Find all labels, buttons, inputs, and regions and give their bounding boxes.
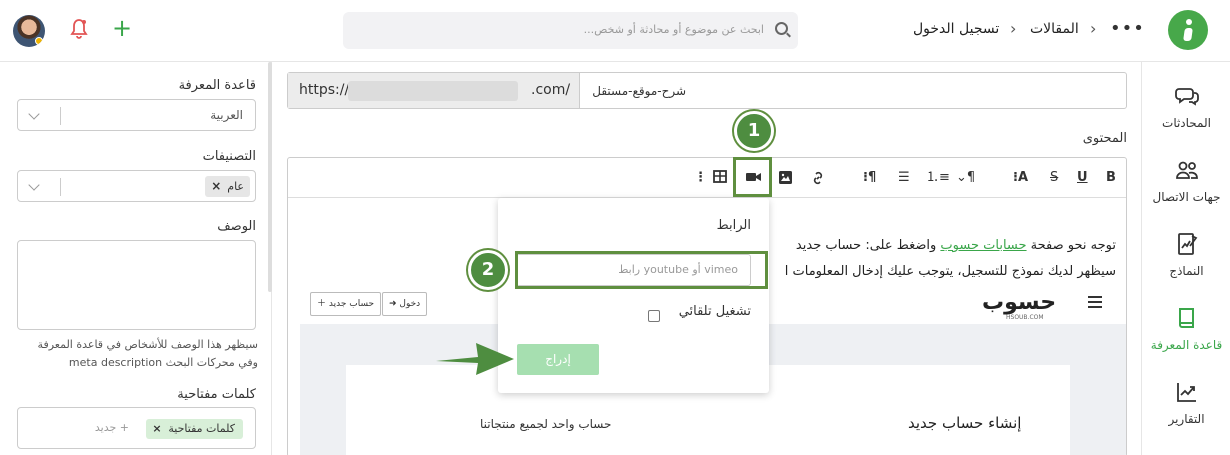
font-size-button[interactable]: ⁝A (1013, 170, 1028, 186)
forms-icon (1177, 233, 1197, 255)
description-input[interactable] (17, 240, 256, 330)
editor-toolbar: B U S ⁝A ⌄¶ ⒈≡ ☰ ⁝¶ ⋮ (288, 158, 1126, 198)
paragraph-dropdown[interactable]: ⌄¶ (956, 170, 975, 186)
nav-item-forms[interactable]: النماذج (1142, 232, 1230, 278)
step-2-marker: 2 (468, 250, 508, 290)
nav-label: التقارير (1168, 412, 1205, 426)
url-domain-redacted (348, 81, 518, 101)
chevron-down-icon (28, 108, 40, 120)
description-help: سيظهر هذا الوصف للأشخاص في قاعدة المعرفة… (37, 338, 258, 369)
more-options-icon[interactable]: ⋮ (694, 170, 707, 186)
scrollbar[interactable] (268, 62, 272, 292)
breadcrumb-more-button[interactable]: ••• (1110, 18, 1145, 39)
video-url-label: الرابط (716, 218, 751, 233)
add-icon[interactable]: + (112, 16, 132, 40)
nav-label: جهات الاتصال (1152, 190, 1221, 204)
chevron-icon: › (1010, 19, 1017, 38)
url-prefix: https:// .com/ (288, 73, 580, 108)
categories-select[interactable]: × عام (17, 170, 256, 202)
remove-tag-icon[interactable]: × (152, 419, 161, 439)
chat-icon (1174, 88, 1199, 106)
strikethrough-button[interactable]: S (1050, 170, 1058, 186)
description-label: الوصف (217, 219, 256, 234)
nav-item-knowledge-base[interactable]: قاعدة المعرفة (1142, 306, 1230, 352)
paragraph-2: سيظهر لديك نموذج للتسجيل، يتوجب عليك إدخ… (784, 264, 1116, 279)
app-root: ••• › المقالات › تسجيل الدخول ابحث عن مو… (0, 0, 1230, 455)
chevron-down-icon (28, 179, 40, 191)
keywords-input[interactable]: × كلمات مفتاحية + جديد (17, 407, 256, 449)
insert-video-popup: الرابط رابط youtube أو vimeo تشغيل تلقائ… (498, 198, 769, 393)
kb-select-value: العربية (210, 108, 243, 122)
slug-input[interactable]: شرح-موقع-مستقل (592, 84, 686, 98)
nav-label: النماذج (1169, 264, 1204, 278)
shot-login-label: دخول (399, 299, 421, 309)
url-scheme: https:// (299, 82, 350, 98)
divider (60, 107, 61, 125)
divider (60, 178, 61, 196)
keywords-label: كلمات مفتاحية (177, 387, 256, 402)
content-label: المحتوى (1082, 131, 1127, 146)
shot-new-account-label: حساب جديد (328, 299, 375, 309)
main-nav: المحادثات جهات الاتصال النماذج قاعدة الم… (1141, 62, 1230, 455)
chevron-icon: › (1090, 19, 1097, 38)
contacts-icon (1175, 161, 1198, 179)
highlight-video-button (733, 157, 772, 197)
autoplay-label: تشغيل تلقائي (678, 304, 751, 319)
search-bar[interactable]: ابحث عن موضوع أو محادثة أو شخص... (343, 12, 798, 49)
hsoub-logo: حسوب (982, 290, 1057, 315)
image-icon[interactable] (778, 170, 793, 190)
nav-label: قاعدة المعرفة (1150, 338, 1223, 352)
user-plus-icon: ＋ (317, 299, 329, 309)
bell-icon[interactable] (70, 18, 88, 40)
menu-icon (1088, 296, 1102, 298)
bold-button[interactable]: B (1106, 170, 1116, 186)
chart-icon (1176, 383, 1196, 402)
paragraph-1: توجه نحو صفحة حسابات حسوب واضغط على: حسا… (796, 238, 1116, 253)
shot-subheading: حساب واحد لجميع منتجاتنا (480, 417, 612, 431)
highlight-url-input (515, 251, 768, 289)
status-dot (35, 37, 43, 45)
categories-label: التصنيفات (202, 149, 256, 164)
shot-new-account-button: ＋ حساب جديد (310, 292, 382, 316)
nav-label: المحادثات (1162, 116, 1211, 130)
url-field: https:// .com/ شرح-موقع-مستقل (287, 72, 1127, 109)
text-direction-button[interactable]: ⁝¶ (863, 170, 876, 186)
kb-select[interactable]: العربية (17, 99, 256, 131)
breadcrumb-articles[interactable]: المقالات (1030, 21, 1079, 37)
table-icon[interactable] (713, 170, 727, 188)
link-icon[interactable] (810, 170, 826, 191)
paragraph-1-text-b: واضغط على: حساب جديد (795, 238, 941, 253)
nav-item-conversations[interactable]: المحادثات (1142, 84, 1230, 130)
arrow-icon (436, 343, 514, 375)
autoplay-checkbox[interactable] (648, 310, 660, 322)
bullet-list-button[interactable]: ☰ (898, 170, 910, 186)
category-tag[interactable]: × عام (205, 176, 250, 197)
paragraph-1-text-a: توجه نحو صفحة (1026, 238, 1116, 253)
nav-item-contacts[interactable]: جهات الاتصال (1142, 158, 1230, 204)
login-icon: ➜ (389, 299, 400, 309)
shot-login-button: ➜ دخول (382, 292, 428, 316)
insert-button[interactable]: إدراج (517, 344, 599, 375)
search-placeholder: ابحث عن موضوع أو محادثة أو شخص... (583, 23, 764, 36)
shot-heading: إنشاء حساب جديد (908, 414, 1022, 432)
avatar[interactable] (13, 15, 45, 47)
kb-label: قاعدة المعرفة (178, 78, 256, 93)
remove-tag-icon[interactable]: × (211, 176, 221, 197)
book-icon (1178, 308, 1194, 328)
breadcrumb-current: تسجيل الدخول (913, 21, 1000, 37)
ordered-list-button[interactable]: ⒈≡ (926, 170, 950, 186)
top-bar: ••• › المقالات › تسجيل الدخول ابحث عن مو… (0, 0, 1230, 62)
url-tld: .com/ (531, 82, 571, 98)
step-1-marker: 1 (734, 111, 774, 151)
nav-item-reports[interactable]: التقارير (1142, 380, 1230, 426)
hsoub-logo-sub: HSOUB.COM (1006, 314, 1044, 321)
search-icon (775, 22, 788, 35)
keyword-tag[interactable]: × كلمات مفتاحية (146, 419, 243, 439)
app-logo[interactable] (1168, 10, 1208, 50)
underline-button[interactable]: U (1077, 170, 1088, 186)
hsoub-accounts-link[interactable]: حسابات حسوب (940, 238, 1026, 253)
keyword-tag-label: كلمات مفتاحية (168, 422, 235, 435)
new-keyword-placeholder: + جديد (94, 421, 129, 434)
category-tag-label: عام (227, 180, 244, 193)
